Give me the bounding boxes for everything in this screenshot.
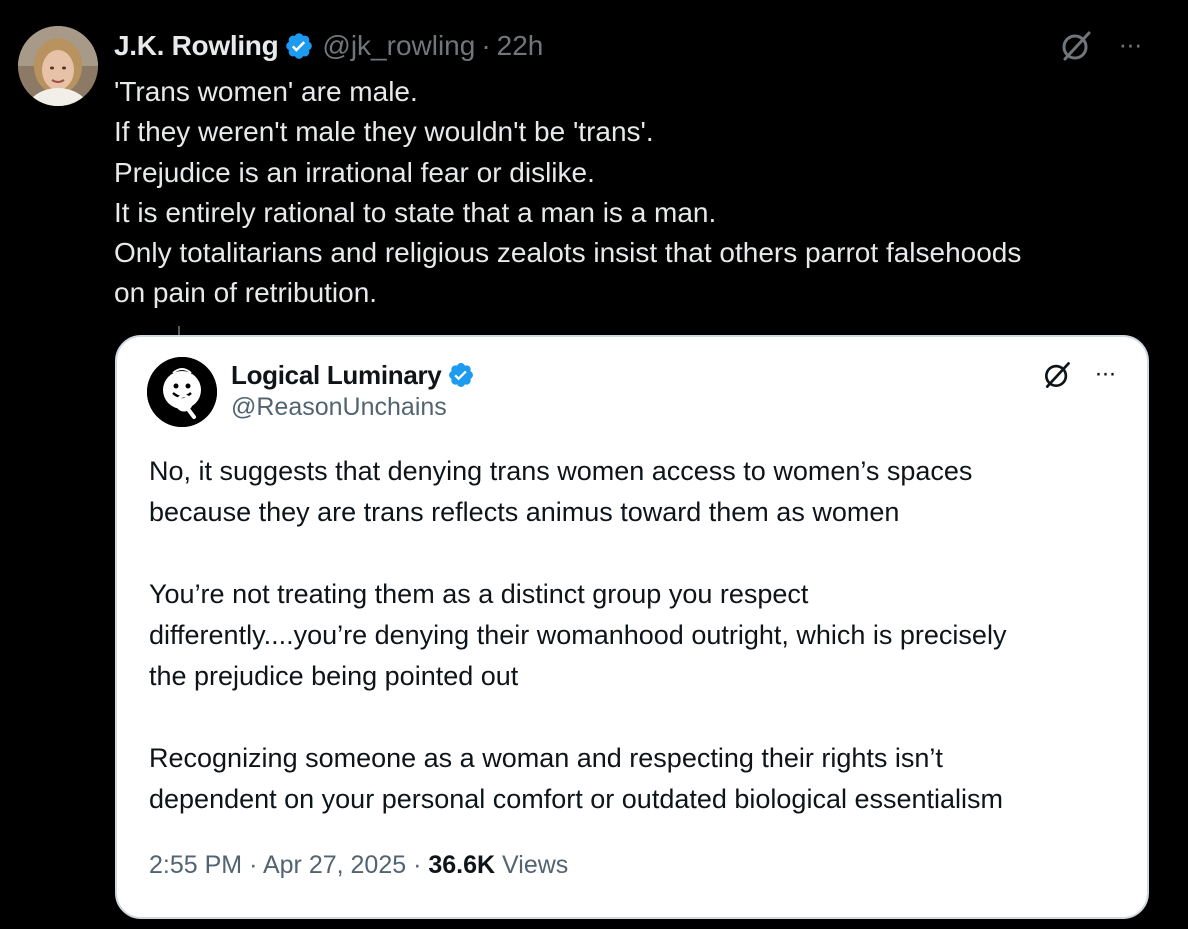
tweet-text-line: Prejudice is an irrational fear or disli… xyxy=(114,156,595,188)
quoted-tweet-text: No, it suggests that denying trans women… xyxy=(149,451,1129,820)
quoted-tweet-time[interactable]: 2:55 PM xyxy=(149,851,242,879)
quoted-text-line: You’re not treating them as a distinct g… xyxy=(149,579,809,609)
quoted-more-options-button[interactable]: ··· xyxy=(1085,357,1125,391)
tweet[interactable]: J.K. Rowling @jk_rowling · 22h ··· 'Tran… xyxy=(0,0,1188,929)
quoted-text-line: No, it suggests that denying trans women… xyxy=(149,456,973,486)
verified-badge-icon xyxy=(286,33,313,59)
tweet-text-line: 'Trans women' are male. xyxy=(114,76,418,107)
views-count[interactable]: 36.6K xyxy=(428,851,495,879)
quoted-text-line: dependent on your personal comfort or ou… xyxy=(149,784,1004,814)
tweet-text-line: If they weren't male they wouldn't be 't… xyxy=(114,116,654,148)
quoted-author-display-name[interactable]: Logical Luminary xyxy=(231,360,442,391)
views-label: Views xyxy=(502,851,569,879)
profile-photo-icon xyxy=(18,26,98,106)
quoted-text-line: the prejudice being pointed out xyxy=(149,661,519,691)
tweet-time[interactable]: 22h xyxy=(497,30,544,62)
meta-separator: · xyxy=(413,851,422,879)
quoted-tweet-card[interactable]: Logical Luminary @ReasonUnchains ··· No,… xyxy=(115,335,1149,919)
tweet-text-line: It is entirely rational to state that a … xyxy=(114,196,717,228)
grok-icon[interactable] xyxy=(1041,359,1073,391)
tweet-text-line: Only totalitarians and religious zealots… xyxy=(114,237,1022,269)
more-options-button[interactable]: ··· xyxy=(1110,26,1150,62)
tweet-text-line: on pain of retribution. xyxy=(114,277,378,309)
tweet-header: J.K. Rowling @jk_rowling · 22h xyxy=(114,28,543,64)
quoted-text-line: differently....you’re denying their woma… xyxy=(149,620,1007,650)
quoted-author-handle[interactable]: @ReasonUnchains xyxy=(231,393,447,422)
author-avatar[interactable] xyxy=(18,26,98,106)
tweet-text: 'Trans women' are male. If they weren't … xyxy=(114,72,1164,314)
quoted-text-line: Recognizing someone as a woman and respe… xyxy=(149,743,943,773)
smiley-magnifier-avatar-icon xyxy=(147,357,217,427)
author-display-name[interactable]: J.K. Rowling xyxy=(114,30,279,62)
quoted-author-avatar[interactable] xyxy=(147,357,217,427)
verified-badge-icon xyxy=(449,363,474,387)
quoted-tweet-meta: 2:55 PM · Apr 27, 2025 · 36.6K Views xyxy=(149,851,568,880)
meta-separator: · xyxy=(249,851,258,879)
grok-icon[interactable] xyxy=(1058,28,1094,64)
quoted-tweet-date[interactable]: Apr 27, 2025 xyxy=(263,851,406,879)
quoted-tweet-header: Logical Luminary xyxy=(231,357,475,393)
header-separator: · xyxy=(481,30,491,61)
quoted-text-line: because they are trans reflects animus t… xyxy=(149,497,900,527)
author-handle[interactable]: @jk_rowling xyxy=(322,30,475,62)
